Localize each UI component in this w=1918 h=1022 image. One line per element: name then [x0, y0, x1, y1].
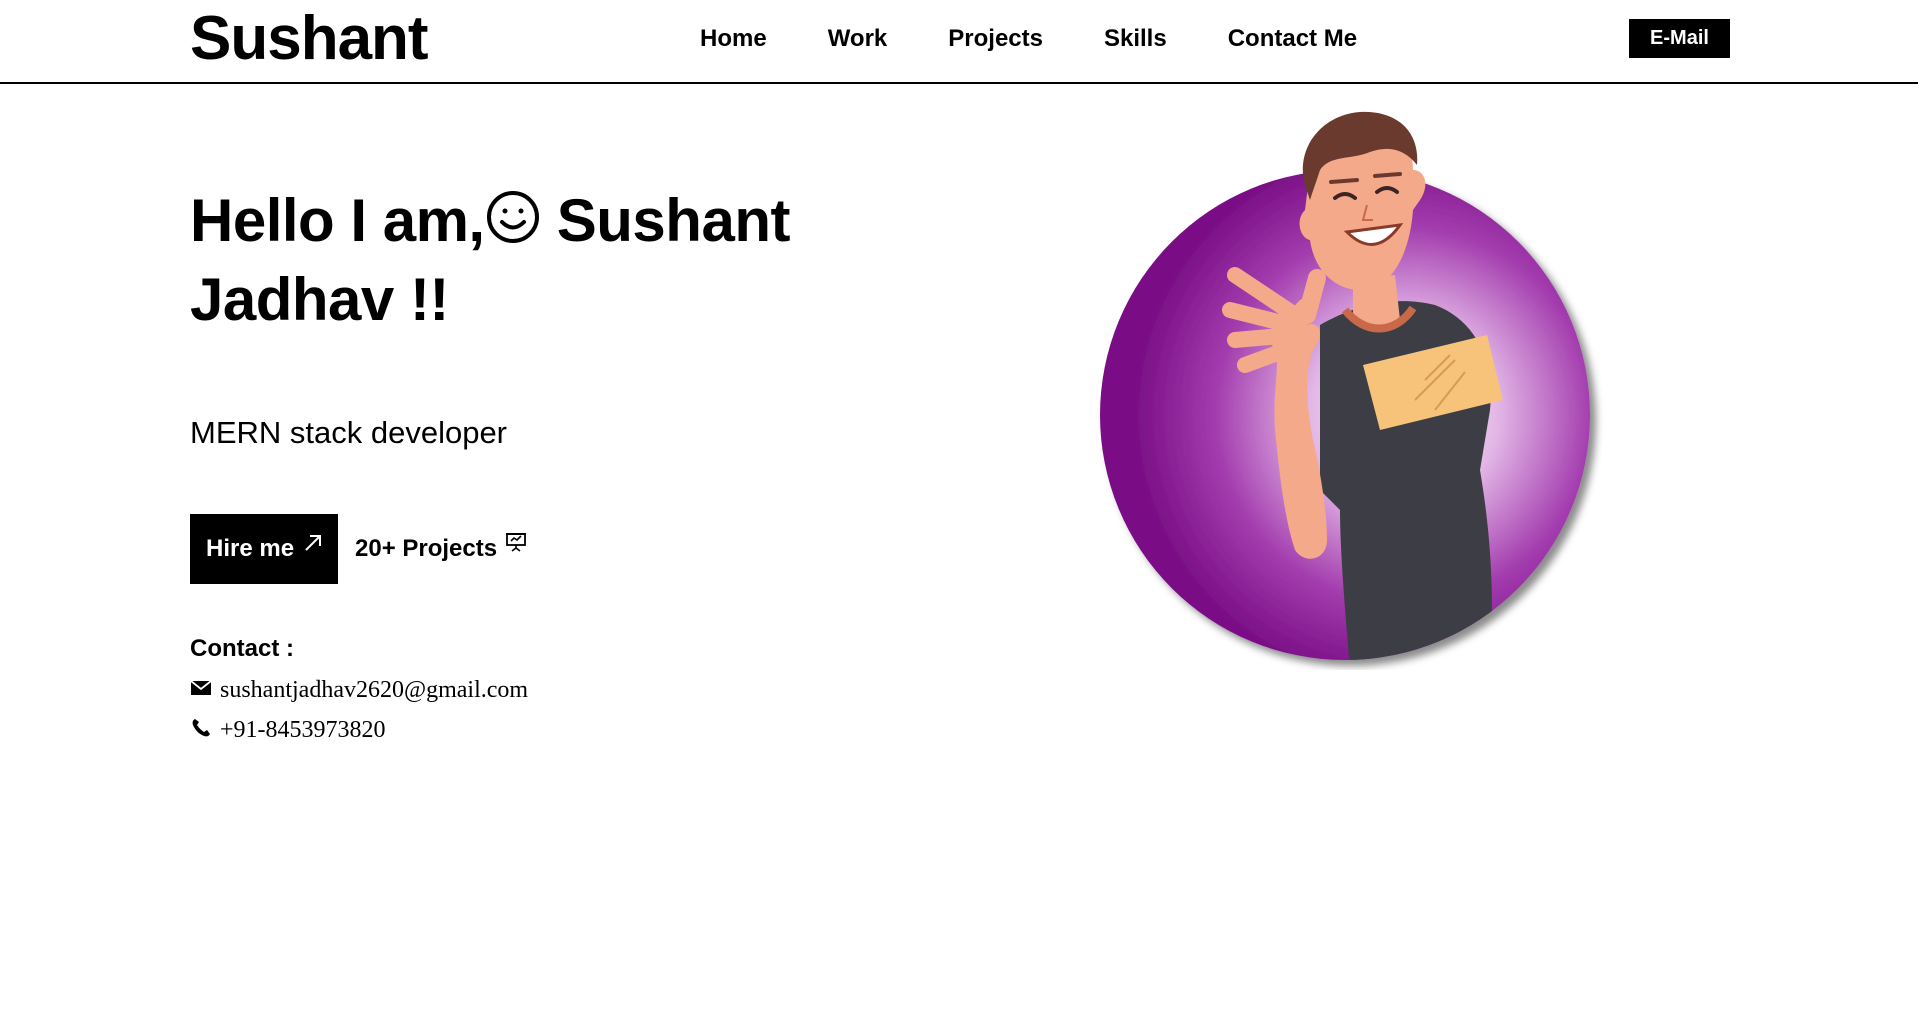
contact-phone[interactable]: +91-8453973820: [220, 713, 386, 747]
contact-email[interactable]: sushantjadhav2620@gmail.com: [220, 673, 528, 707]
contact-phone-row: +91-8453973820: [190, 713, 386, 747]
name-part1: Sushant: [556, 187, 791, 254]
nav-contact-me[interactable]: Contact Me: [1228, 22, 1357, 56]
projects-count-label: 20+ Projects: [355, 535, 498, 562]
hire-me-label: Hire me: [206, 535, 295, 562]
hero-avatar-illustration: [1095, 110, 1615, 670]
mail-icon: [190, 675, 212, 697]
role-text: MERN stack developer: [190, 415, 508, 450]
name-part2: Jadhav !!: [190, 266, 449, 333]
greeting-text: Hello I am,: [190, 187, 485, 254]
arrow-up-right-icon: [302, 532, 324, 561]
phone-icon: [190, 715, 212, 737]
smiley-icon: [485, 187, 541, 262]
nav-skills[interactable]: Skills: [1104, 22, 1167, 56]
contact-email-row: sushantjadhav2620@gmail.com: [190, 673, 528, 707]
nav-work[interactable]: Work: [828, 22, 888, 56]
hire-me-button[interactable]: Hire me: [190, 514, 338, 584]
contact-heading: Contact :: [190, 635, 294, 662]
nav-projects[interactable]: Projects: [948, 22, 1043, 56]
nav-home[interactable]: Home: [700, 22, 767, 56]
main-nav: Home Work Projects Skills Contact Me: [700, 22, 1418, 56]
hero-title: Hello I am, Sushant Jadhav !!: [190, 183, 890, 337]
email-button[interactable]: E-Mail: [1629, 19, 1730, 58]
projects-count-link[interactable]: 20+ Projects: [355, 532, 527, 566]
site-header: Sushant Home Work Projects Skills Contac…: [0, 0, 1918, 84]
presentation-icon: [505, 529, 527, 563]
logo[interactable]: Sushant: [190, 4, 429, 74]
